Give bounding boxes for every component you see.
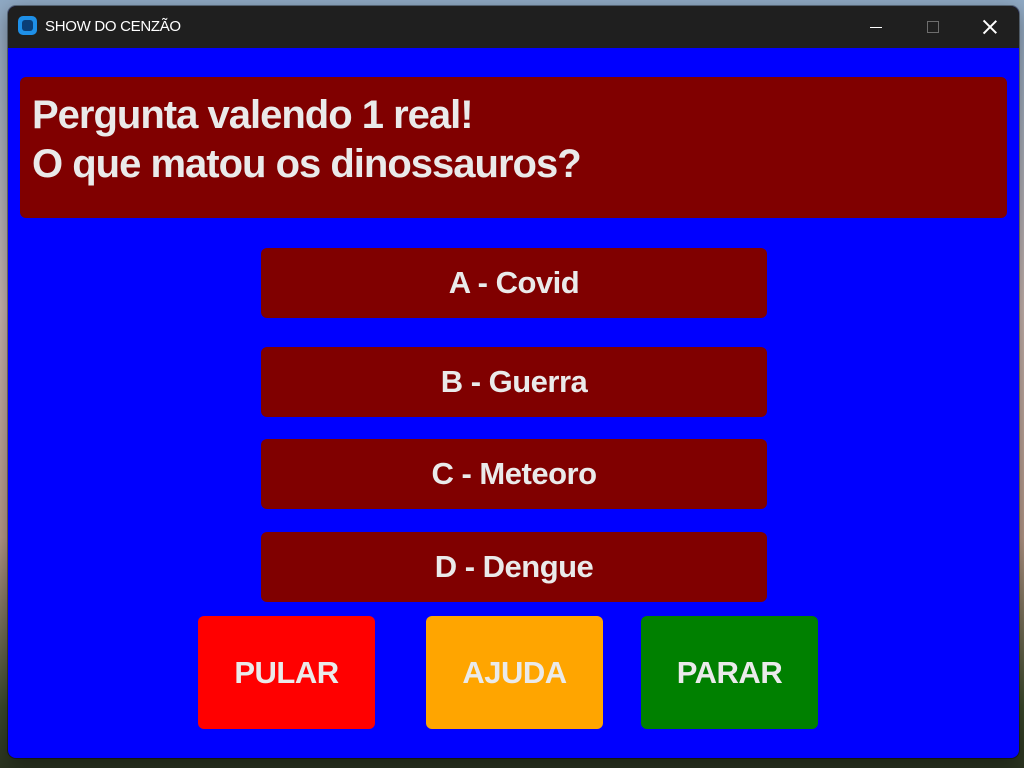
question-prize: Pergunta valendo 1 real! (32, 93, 474, 137)
answer-b-button[interactable]: B - Guerra (261, 347, 767, 417)
close-button[interactable] (962, 6, 1018, 48)
app-window: SHOW DO CENZÃO Pergunta valendo 1 real! … (8, 6, 1019, 758)
title-bar[interactable]: SHOW DO CENZÃO (8, 6, 1019, 48)
app-icon (18, 16, 37, 35)
question-panel: Pergunta valendo 1 real! O que matou os … (20, 77, 1007, 218)
help-button[interactable]: AJUDA (426, 616, 603, 729)
close-icon (982, 19, 998, 35)
maximize-icon (927, 21, 939, 33)
answer-c-button[interactable]: C - Meteoro (261, 439, 767, 509)
minimize-button[interactable] (848, 6, 904, 48)
answer-a-button[interactable]: A - Covid (261, 248, 767, 318)
answer-d-button[interactable]: D - Dengue (261, 532, 767, 602)
stop-button[interactable]: PARAR (641, 616, 818, 729)
window-title: SHOW DO CENZÃO (45, 18, 181, 35)
minimize-icon (870, 26, 882, 28)
question-text: O que matou os dinossauros? (32, 142, 582, 186)
skip-button[interactable]: PULAR (198, 616, 375, 729)
maximize-button[interactable] (905, 6, 961, 48)
